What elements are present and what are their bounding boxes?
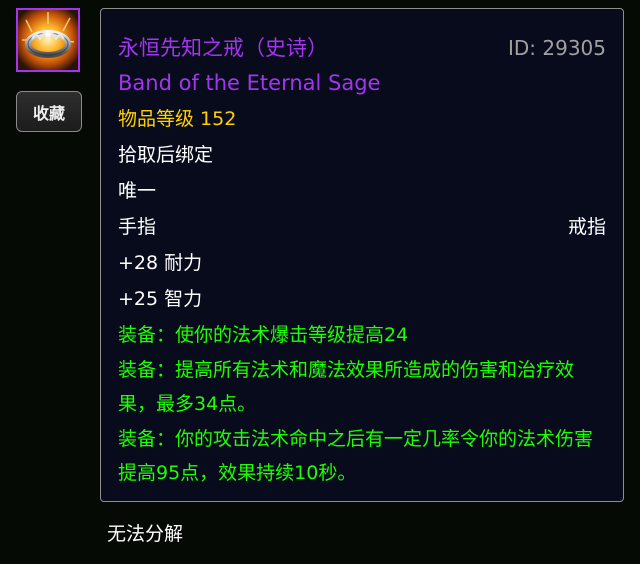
bind-row: 拾取后绑定 bbox=[118, 137, 606, 173]
equip-effect-proc: 装备：你的攻击法术命中之后有一定几率令你的法术伤害提高95点，效果持续10秒。 bbox=[118, 428, 594, 484]
item-level: 物品等级 152 bbox=[118, 108, 237, 130]
ring-icon bbox=[16, 8, 80, 72]
disenchant-status: 无法分解 bbox=[107, 523, 184, 545]
stat-intellect: +25 智力 bbox=[118, 288, 203, 310]
stat-stamina: +28 耐力 bbox=[118, 252, 203, 274]
equip-effect-crit: 装备：使你的法术爆击等级提高24 bbox=[118, 324, 409, 346]
tooltip-header: 永恒先知之戒（史诗） ID: 29305 bbox=[118, 31, 606, 65]
item-slot: 手指 bbox=[118, 216, 157, 238]
bind-type: 拾取后绑定 bbox=[118, 144, 214, 166]
favorite-button[interactable]: 收藏 bbox=[16, 91, 82, 132]
unique-label: 唯一 bbox=[118, 180, 157, 202]
item-id: ID: 29305 bbox=[507, 36, 606, 60]
item-name-cn: 永恒先知之戒（史诗） bbox=[118, 36, 328, 60]
equip-effect-spell-power: 装备：提高所有法术和魔法效果所造成的伤害和治疗效果，最多34点。 bbox=[118, 359, 575, 415]
item-name-en: Band of the Eternal Sage bbox=[118, 71, 381, 95]
slot-row: 手指 戒指 bbox=[118, 209, 606, 245]
stat-row: +28 耐力 bbox=[118, 245, 606, 281]
stat-row: +25 智力 bbox=[118, 281, 606, 317]
item-tooltip: 永恒先知之戒（史诗） ID: 29305 Band of the Eternal… bbox=[100, 8, 624, 502]
unique-row: 唯一 bbox=[118, 173, 606, 209]
item-type: 戒指 bbox=[567, 216, 606, 238]
item-name-en-row: Band of the Eternal Sage bbox=[118, 65, 606, 101]
item-level-row: 物品等级 152 bbox=[118, 101, 606, 137]
item-page: 收藏 永恒先知之戒（史诗） ID: 29305 Band of the Eter… bbox=[0, 0, 640, 564]
